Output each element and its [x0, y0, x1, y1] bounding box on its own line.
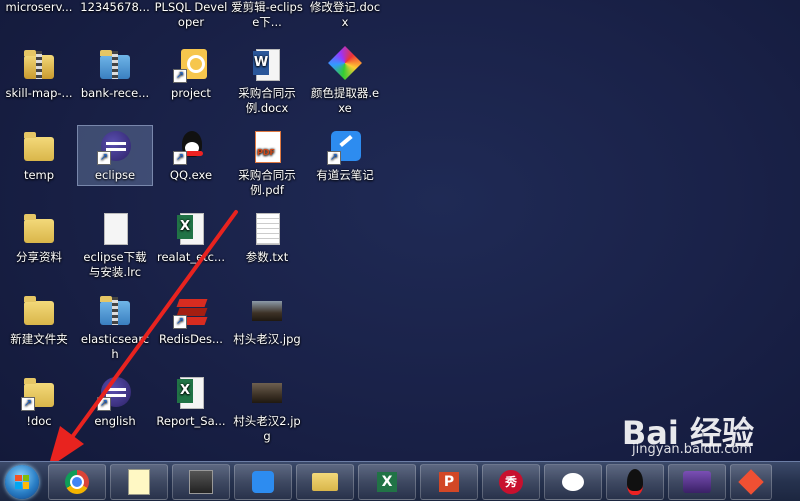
icon-label: english [94, 414, 136, 428]
folder-icon [21, 211, 57, 247]
desktop-icon-modify-docx[interactable]: 修改登记.docx [306, 0, 384, 30]
explorer-icon[interactable] [296, 463, 354, 500]
desktop-icon-youdao-note[interactable]: ↗ 有道云笔记 [306, 126, 384, 185]
taskbar: X P 秀 [0, 461, 800, 501]
icon-label: 爱剪辑-eclipse下... [231, 0, 303, 29]
icon-label: eclipse [94, 168, 136, 182]
desktop-icon-new-folder[interactable]: 新建文件夹 [0, 290, 78, 349]
plsql-icon: ↗ [173, 47, 209, 83]
excel-icon[interactable]: X [358, 463, 416, 500]
baidu-watermark-url: jingyan.baidu.com [632, 442, 752, 457]
document-icon [97, 211, 133, 247]
folder-icon [21, 293, 57, 329]
desktop-icon-contract-docx[interactable]: W 采购合同示例.docx [228, 44, 306, 118]
desktop-icon-qq[interactable]: ↗ QQ.exe [152, 126, 230, 185]
icon-label: 修改登记.docx [309, 0, 381, 29]
desktop-icon-numbers[interactable]: 12345678... [76, 0, 154, 15]
desktop-icon-color-picker[interactable]: 颜色提取器.exe [306, 44, 384, 118]
git-icon[interactable] [730, 463, 772, 500]
icon-label: 参数.txt [245, 250, 289, 264]
desktop-icon-microserv[interactable]: microserv... [0, 0, 78, 15]
icon-label: skill-map-... [5, 86, 73, 100]
calc-icon[interactable] [172, 463, 230, 500]
desktop-icon-report-excel[interactable]: X Report_Sa... [152, 372, 230, 431]
desktop-icon-realat-excel[interactable]: X realat_etc... [152, 208, 230, 267]
desktop: microserv... 12345678... PLSQL Developer… [0, 0, 800, 461]
desktop-icon-eclipse[interactable]: ↗ eclipse [76, 125, 154, 186]
icon-label: 村头老汉2.jpg [233, 414, 301, 443]
pdf-icon: PDF [249, 129, 285, 165]
excel-letter: X [376, 471, 398, 492]
desktop-icon-doc-folder[interactable]: ↗ !doc [0, 372, 78, 431]
start-button[interactable] [0, 462, 44, 501]
qq-icon[interactable] [606, 463, 664, 500]
icon-label: project [171, 86, 211, 100]
icon-label: 有道云笔记 [316, 168, 374, 182]
desktop-icon-aijianji[interactable]: 爱剪辑-eclipse下... [228, 0, 306, 30]
xiu-letter: 秀 [499, 469, 523, 494]
desktop-icon-cuntou2-jpg[interactable]: 村头老汉2.jpg [228, 372, 306, 446]
qq-icon: ↗ [173, 129, 209, 165]
eclipse-ide-icon[interactable] [668, 463, 726, 500]
excel-doc-icon: X [173, 211, 209, 247]
desktop-icon-cuntou-jpg[interactable]: 村头老汉.jpg [228, 290, 306, 349]
desktop-icon-redis-desktop[interactable]: ↗ RedisDes... [152, 290, 230, 349]
icon-label: 采购合同示例.pdf [238, 168, 296, 197]
powerpoint-icon[interactable]: P [420, 463, 478, 500]
excel-doc-icon: X [173, 375, 209, 411]
desktop-icon-plsql[interactable]: PLSQL Developer [152, 0, 230, 30]
icon-label: 采购合同示例.docx [238, 86, 296, 115]
notepad-icon[interactable] [110, 463, 168, 500]
redis-icon: ↗ [173, 293, 209, 329]
youdao-note-icon: ↗ [327, 129, 363, 165]
zip-icon [97, 47, 133, 83]
eclipse-icon: ↗ [97, 375, 133, 411]
icon-label: temp [23, 168, 55, 182]
icon-label: bank-rece... [80, 86, 150, 100]
desktop-icon-temp[interactable]: temp [0, 126, 78, 185]
powerpoint-letter: P [438, 471, 460, 492]
chrome-icon[interactable] [48, 463, 106, 500]
folder-icon [21, 129, 57, 165]
photo-icon [249, 375, 285, 411]
icon-label: PLSQL Developer [154, 0, 228, 29]
color-picker-icon [327, 46, 363, 83]
icon-label: realat_etc... [157, 250, 225, 264]
icon-label: 12345678... [80, 0, 150, 14]
windows-logo-icon [5, 464, 39, 499]
desktop-icon-project[interactable]: ↗ project [152, 44, 230, 103]
icon-label: elasticsearch [80, 332, 150, 361]
xiu-icon[interactable]: 秀 [482, 463, 540, 500]
wechat-icon[interactable] [544, 463, 602, 500]
desktop-icon-contract-pdf[interactable]: PDF 采购合同示例.pdf [228, 126, 306, 200]
eclipse-icon: ↗ [97, 129, 133, 165]
icon-label: Report_Sa... [156, 414, 226, 428]
desktop-icon-params-txt[interactable]: 参数.txt [228, 208, 306, 267]
icon-label: !doc [26, 414, 52, 428]
zip-icon [21, 47, 57, 83]
desktop-icon-elasticsearch[interactable]: elasticsearch [76, 290, 154, 364]
icon-label: QQ.exe [169, 168, 213, 182]
icon-label: eclipse下载与安装.lrc [83, 250, 147, 279]
desktop-icon-english[interactable]: ↗ english [76, 372, 154, 431]
icon-label: 村头老汉.jpg [233, 332, 301, 346]
text-file-icon [249, 211, 285, 247]
desktop-icon-share[interactable]: 分享资料 [0, 208, 78, 267]
icon-label: RedisDes... [159, 332, 223, 346]
desktop-icon-eclipse-lrc[interactable]: eclipse下载与安装.lrc [76, 208, 154, 282]
desktop-icon-bank-rece[interactable]: bank-rece... [76, 44, 154, 103]
icon-label: 颜色提取器.exe [310, 86, 380, 115]
youdao-icon[interactable] [234, 463, 292, 500]
icon-label: 新建文件夹 [10, 332, 68, 346]
desktop-icon-skill-map[interactable]: skill-map-... [0, 44, 78, 103]
folder-icon: ↗ [21, 375, 57, 411]
icon-label: microserv... [5, 0, 73, 14]
word-doc-icon: W [249, 47, 285, 83]
icon-label: 分享资料 [16, 250, 62, 264]
photo-icon [249, 293, 285, 329]
zip-icon [97, 293, 133, 329]
